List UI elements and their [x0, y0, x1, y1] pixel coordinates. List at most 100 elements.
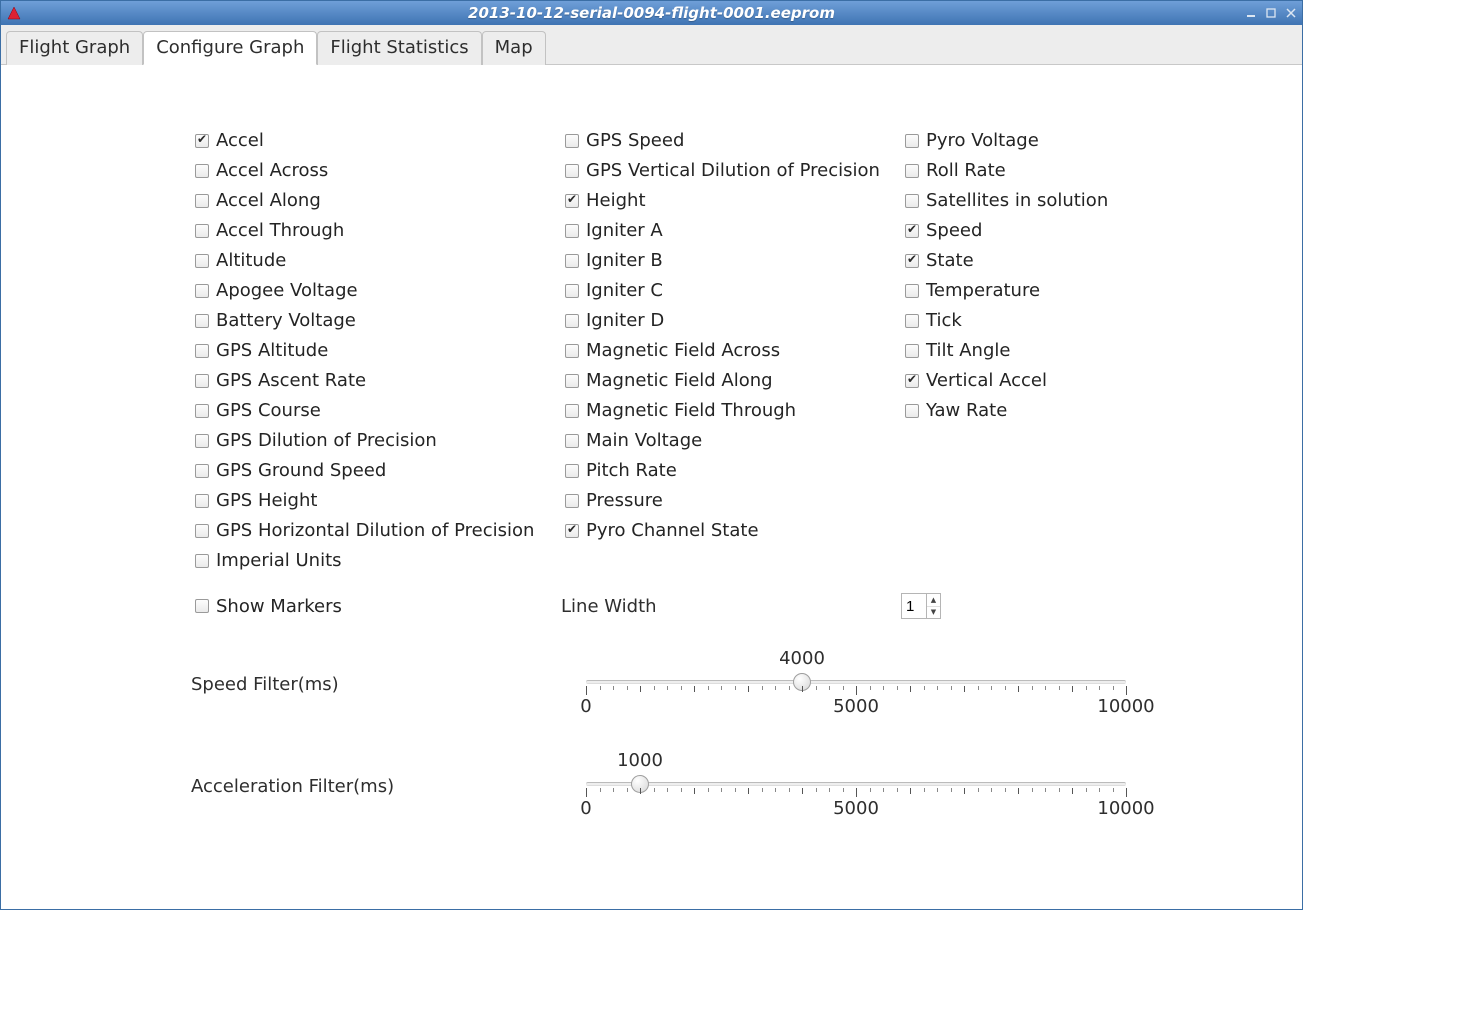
checkbox-gps-speed[interactable]: GPS Speed — [561, 130, 901, 151]
checkbox-input[interactable] — [195, 554, 209, 568]
checkbox-input[interactable] — [195, 374, 209, 388]
checkbox-input[interactable] — [905, 164, 919, 178]
checkbox-altitude[interactable]: Altitude — [191, 250, 561, 271]
checkbox-input[interactable] — [905, 284, 919, 298]
checkbox-igniter-d[interactable]: Igniter D — [561, 310, 901, 331]
checkbox-input[interactable] — [195, 464, 209, 478]
checkbox-input[interactable] — [195, 344, 209, 358]
line-width-spinner[interactable]: ▲ ▼ — [901, 593, 941, 619]
checkbox-main-voltage[interactable]: Main Voltage — [561, 430, 901, 451]
show-markers-input[interactable] — [195, 599, 209, 613]
checkbox-igniter-c[interactable]: Igniter C — [561, 280, 901, 301]
checkbox-input[interactable] — [565, 524, 579, 538]
checkbox-input[interactable] — [565, 374, 579, 388]
checkbox-label: Magnetic Field Across — [586, 340, 780, 361]
checkbox-input[interactable] — [565, 284, 579, 298]
checkbox-speed[interactable]: Speed — [901, 220, 1201, 241]
checkbox-input[interactable] — [905, 194, 919, 208]
minimize-button[interactable] — [1244, 6, 1258, 20]
speed-filter-slider[interactable]: 4000 0 5000 10000 — [586, 654, 1126, 714]
checkbox-gps-height[interactable]: GPS Height — [191, 490, 561, 511]
checkbox-input[interactable] — [565, 434, 579, 448]
checkbox-pressure[interactable]: Pressure — [561, 490, 901, 511]
checkbox-input[interactable] — [195, 284, 209, 298]
checkbox-input[interactable] — [195, 314, 209, 328]
spinner-up-icon[interactable]: ▲ — [927, 594, 940, 607]
checkbox-input[interactable] — [565, 134, 579, 148]
checkbox-pyro-channel-state[interactable]: Pyro Channel State — [561, 520, 901, 541]
checkbox-state[interactable]: State — [901, 250, 1201, 271]
checkbox-roll-rate[interactable]: Roll Rate — [901, 160, 1201, 181]
checkbox-input[interactable] — [565, 194, 579, 208]
checkbox-accel-along[interactable]: Accel Along — [191, 190, 561, 211]
checkbox-input[interactable] — [565, 254, 579, 268]
checkbox-accel[interactable]: Accel — [191, 130, 561, 151]
tab-flight-graph[interactable]: Flight Graph — [6, 31, 143, 65]
checkbox-tick[interactable]: Tick — [901, 310, 1201, 331]
checkbox-gps-ground-speed[interactable]: GPS Ground Speed — [191, 460, 561, 481]
checkbox-magnetic-field-along[interactable]: Magnetic Field Along — [561, 370, 901, 391]
checkbox-input[interactable] — [195, 494, 209, 508]
checkbox-gps-altitude[interactable]: GPS Altitude — [191, 340, 561, 361]
checkbox-satellites-in-solution[interactable]: Satellites in solution — [901, 190, 1201, 211]
checkbox-input[interactable] — [905, 344, 919, 358]
close-button[interactable] — [1284, 6, 1298, 20]
checkbox-gps-dilution-of-precision[interactable]: GPS Dilution of Precision — [191, 430, 561, 451]
checkbox-input[interactable] — [195, 434, 209, 448]
checkbox-gps-horizontal-dilution-of-precision[interactable]: GPS Horizontal Dilution of Precision — [191, 520, 561, 541]
checkbox-pitch-rate[interactable]: Pitch Rate — [561, 460, 901, 481]
checkbox-yaw-rate[interactable]: Yaw Rate — [901, 400, 1201, 421]
checkbox-accel-across[interactable]: Accel Across — [191, 160, 561, 181]
checkbox-input[interactable] — [565, 404, 579, 418]
accel-filter-slider[interactable]: 1000 0 5000 10000 — [586, 756, 1126, 816]
show-markers-label: Show Markers — [216, 596, 342, 617]
checkbox-input[interactable] — [195, 254, 209, 268]
tab-configure-graph[interactable]: Configure Graph — [143, 31, 317, 65]
checkbox-input[interactable] — [905, 254, 919, 268]
checkbox-label: Accel Along — [216, 190, 321, 211]
checkbox-input[interactable] — [565, 314, 579, 328]
checkbox-input[interactable] — [905, 404, 919, 418]
window-title: 2013-10-12-serial-0094-flight-0001.eepro… — [1, 4, 1302, 22]
checkbox-input[interactable] — [195, 404, 209, 418]
checkbox-input[interactable] — [565, 494, 579, 508]
checkbox-input[interactable] — [905, 374, 919, 388]
checkbox-gps-course[interactable]: GPS Course — [191, 400, 561, 421]
spinner-down-icon[interactable]: ▼ — [927, 607, 940, 619]
checkbox-input[interactable] — [905, 224, 919, 238]
checkbox-height[interactable]: Height — [561, 190, 901, 211]
tab-map[interactable]: Map — [482, 31, 546, 65]
maximize-button[interactable] — [1264, 6, 1278, 20]
checkbox-label: Igniter C — [586, 280, 663, 301]
checkbox-tilt-angle[interactable]: Tilt Angle — [901, 340, 1201, 361]
checkbox-igniter-a[interactable]: Igniter A — [561, 220, 901, 241]
checkbox-input[interactable] — [565, 464, 579, 478]
checkbox-input[interactable] — [565, 164, 579, 178]
checkbox-igniter-b[interactable]: Igniter B — [561, 250, 901, 271]
checkbox-vertical-accel[interactable]: Vertical Accel — [901, 370, 1201, 391]
checkbox-input[interactable] — [905, 314, 919, 328]
checkbox-accel-through[interactable]: Accel Through — [191, 220, 561, 241]
checkbox-input[interactable] — [195, 194, 209, 208]
checkbox-temperature[interactable]: Temperature — [901, 280, 1201, 301]
checkbox-input[interactable] — [195, 224, 209, 238]
checkbox-input[interactable] — [905, 134, 919, 148]
slider-tick-label: 5000 — [833, 696, 879, 717]
show-markers-checkbox[interactable]: Show Markers — [191, 596, 561, 617]
checkbox-apogee-voltage[interactable]: Apogee Voltage — [191, 280, 561, 301]
checkbox-pyro-voltage[interactable]: Pyro Voltage — [901, 130, 1201, 151]
checkbox-magnetic-field-across[interactable]: Magnetic Field Across — [561, 340, 901, 361]
checkbox-imperial-units[interactable]: Imperial Units — [191, 550, 561, 571]
checkbox-input[interactable] — [565, 344, 579, 358]
checkbox-input[interactable] — [195, 134, 209, 148]
line-width-input[interactable] — [902, 594, 926, 618]
checkbox-label: Yaw Rate — [926, 400, 1007, 421]
tab-flight-statistics[interactable]: Flight Statistics — [317, 31, 481, 65]
checkbox-gps-vertical-dilution-of-precision[interactable]: GPS Vertical Dilution of Precision — [561, 160, 901, 181]
checkbox-input[interactable] — [195, 524, 209, 538]
checkbox-gps-ascent-rate[interactable]: GPS Ascent Rate — [191, 370, 561, 391]
checkbox-battery-voltage[interactable]: Battery Voltage — [191, 310, 561, 331]
checkbox-input[interactable] — [195, 164, 209, 178]
checkbox-magnetic-field-through[interactable]: Magnetic Field Through — [561, 400, 901, 421]
checkbox-input[interactable] — [565, 224, 579, 238]
